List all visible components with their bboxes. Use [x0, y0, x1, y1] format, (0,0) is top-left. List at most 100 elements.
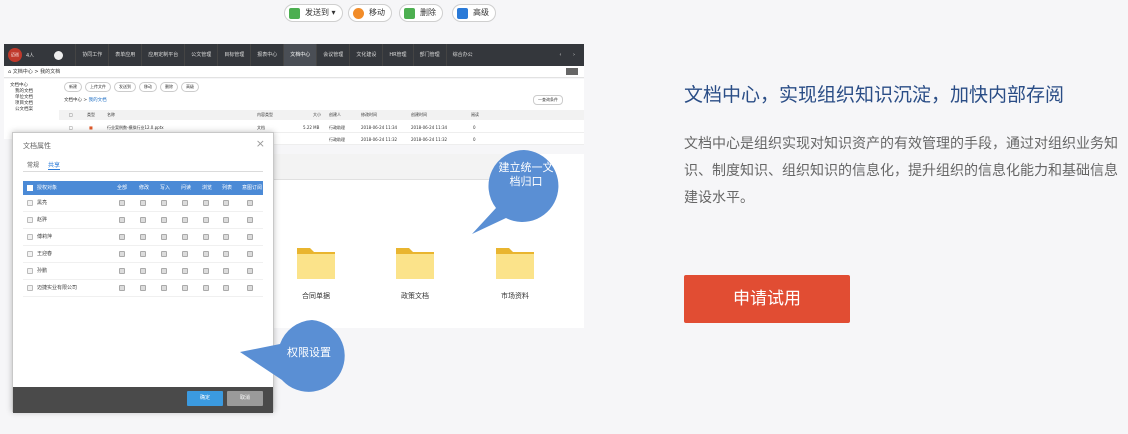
- ok-button[interactable]: 确定: [187, 391, 223, 406]
- permission-checkbox[interactable]: [161, 217, 167, 223]
- nav-item[interactable]: 文化建设: [349, 44, 382, 66]
- file-creator: 行政助理: [329, 125, 345, 130]
- permission-checkbox[interactable]: [119, 285, 125, 291]
- permission-checkbox[interactable]: [203, 251, 209, 257]
- permission-checkbox[interactable]: [140, 268, 146, 274]
- row-checkbox[interactable]: [27, 251, 33, 257]
- tab-divider: [23, 171, 263, 172]
- close-icon[interactable]: ×: [256, 137, 265, 150]
- permission-checkbox[interactable]: [119, 200, 125, 206]
- permission-checkbox[interactable]: [182, 234, 188, 240]
- permission-checkbox[interactable]: [161, 200, 167, 206]
- permission-checkbox[interactable]: [247, 251, 253, 257]
- permission-checkbox[interactable]: [140, 234, 146, 240]
- nav-item[interactable]: 部门管理: [412, 44, 446, 66]
- permission-checkbox[interactable]: [247, 217, 253, 223]
- delete-button[interactable]: 删除: [399, 4, 443, 22]
- permission-checkbox[interactable]: [223, 285, 229, 291]
- grid-view-icon[interactable]: [566, 68, 578, 75]
- permission-checkbox[interactable]: [223, 268, 229, 274]
- app-logo-icon[interactable]: [54, 50, 64, 60]
- select-all-checkbox[interactable]: [27, 185, 33, 191]
- permission-checkbox[interactable]: [203, 234, 209, 240]
- permission-checkbox[interactable]: [182, 268, 188, 274]
- permission-checkbox[interactable]: [247, 200, 253, 206]
- tab-share[interactable]: 共享: [48, 160, 61, 170]
- permission-checkbox[interactable]: [119, 268, 125, 274]
- permission-row[interactable]: 赵骅: [23, 212, 263, 229]
- nav-item[interactable]: 协同工作: [75, 44, 108, 66]
- permission-checkbox[interactable]: [182, 200, 188, 206]
- move-button[interactable]: 移动: [348, 4, 392, 22]
- permission-checkbox[interactable]: [247, 234, 253, 240]
- permission-checkbox[interactable]: [161, 234, 167, 240]
- sidebar-item[interactable]: 公文档案: [10, 107, 53, 113]
- avatar[interactable]: 迈巡: [8, 48, 22, 62]
- nav-item[interactable]: 目标管理: [217, 44, 250, 66]
- permission-checkbox[interactable]: [182, 285, 188, 291]
- row-checkbox[interactable]: [27, 217, 33, 223]
- nav-item[interactable]: HR管理: [382, 44, 412, 66]
- move-button[interactable]: 移动: [139, 82, 157, 92]
- permission-checkbox[interactable]: [223, 251, 229, 257]
- col-header: 大小: [313, 112, 321, 117]
- permission-checkbox[interactable]: [223, 217, 229, 223]
- permission-checkbox[interactable]: [182, 251, 188, 257]
- permission-checkbox[interactable]: [247, 285, 253, 291]
- permission-checkbox[interactable]: [140, 285, 146, 291]
- apply-trial-button[interactable]: 申请试用: [684, 275, 850, 323]
- nav-item[interactable]: 报表中心: [250, 44, 283, 66]
- permission-row[interactable]: 王迎春: [23, 246, 263, 263]
- advanced-button[interactable]: 高级: [452, 4, 496, 22]
- new-button[interactable]: 新建: [64, 82, 82, 92]
- tab-general[interactable]: 常规: [27, 160, 39, 170]
- permission-checkbox[interactable]: [161, 268, 167, 274]
- nav-item-active[interactable]: 文档中心: [283, 44, 317, 66]
- nav-scroll-arrows[interactable]: ‹ ›: [559, 52, 580, 58]
- select-all-checkbox[interactable]: □: [69, 110, 73, 120]
- upload-button[interactable]: 上传文件: [85, 82, 111, 92]
- nav-item[interactable]: 应用定制平台: [141, 44, 184, 66]
- cancel-button[interactable]: 取消: [227, 391, 263, 406]
- move-icon: [353, 8, 364, 19]
- crumb-root[interactable]: 文档中心: [64, 98, 82, 103]
- nav-item[interactable]: 综合办公: [445, 44, 479, 66]
- folder-icon[interactable]: [495, 244, 535, 280]
- folder-icon[interactable]: [296, 244, 336, 280]
- permission-checkbox[interactable]: [203, 268, 209, 274]
- permission-checkbox[interactable]: [203, 217, 209, 223]
- permission-checkbox[interactable]: [140, 200, 146, 206]
- nav-item[interactable]: 公文管理: [184, 44, 217, 66]
- grantee-name: 王迎春: [37, 251, 53, 257]
- row-checkbox[interactable]: [27, 234, 33, 240]
- send-to-button[interactable]: 发送到 ▾: [284, 4, 343, 22]
- permission-checkbox[interactable]: [203, 200, 209, 206]
- permission-checkbox[interactable]: [119, 234, 125, 240]
- permission-checkbox[interactable]: [119, 251, 125, 257]
- delete-button[interactable]: 删除: [160, 82, 178, 92]
- permission-checkbox[interactable]: [161, 251, 167, 257]
- permission-row[interactable]: 黑亮: [23, 195, 263, 212]
- row-checkbox[interactable]: [27, 200, 33, 206]
- permission-checkbox[interactable]: [203, 285, 209, 291]
- nav-item[interactable]: 表单应用: [108, 44, 141, 66]
- permission-row[interactable]: 傅莉萍: [23, 229, 263, 246]
- permission-grid-header: 授权对象 全部 修改 写入 问读 浏览 列表 意图订阅: [23, 181, 263, 195]
- permission-row[interactable]: 迈捷实业有限公司: [23, 280, 263, 297]
- permission-checkbox[interactable]: [140, 251, 146, 257]
- folder-icon[interactable]: [395, 244, 435, 280]
- row-checkbox[interactable]: [27, 268, 33, 274]
- permission-checkbox[interactable]: [140, 217, 146, 223]
- filter-select[interactable]: 一查询条件: [533, 95, 563, 105]
- send-to-button[interactable]: 发送到: [114, 82, 136, 92]
- permission-checkbox[interactable]: [182, 217, 188, 223]
- permission-row[interactable]: 孙鹏: [23, 263, 263, 280]
- permission-checkbox[interactable]: [247, 268, 253, 274]
- nav-item[interactable]: 会议管理: [316, 44, 349, 66]
- permission-checkbox[interactable]: [119, 217, 125, 223]
- row-checkbox[interactable]: [27, 285, 33, 291]
- permission-checkbox[interactable]: [223, 234, 229, 240]
- advanced-button[interactable]: 高级: [181, 82, 199, 92]
- permission-checkbox[interactable]: [223, 200, 229, 206]
- permission-checkbox[interactable]: [161, 285, 167, 291]
